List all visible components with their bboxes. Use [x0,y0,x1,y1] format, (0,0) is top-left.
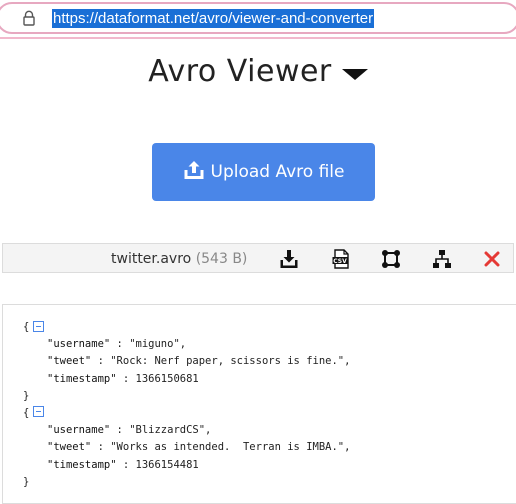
dropdown-caret-icon[interactable] [341,69,368,81]
upload-button-label: Upload Avro file [210,162,345,182]
json-key: "timestamp" [47,372,117,385]
page-title: Avro Viewer [148,54,332,89]
json-separator: : [110,338,130,351]
file-info: twitter.avro (543 B) [111,244,247,274]
json-comma: , [344,441,351,454]
json-separator: : [110,424,130,437]
json-separator: : [116,458,136,471]
download-icon[interactable] [279,249,299,269]
json-key: "timestamp" [47,458,117,471]
json-content: { "username" : "miguno", "tweet" : "Rock… [23,319,350,491]
json-value: 1366154481 [135,458,199,471]
collapse-toggle-icon[interactable] [33,320,45,332]
page-header: Avro Viewer [0,50,516,94]
json-close-brace: } [23,389,30,402]
json-line: "username" : "miguno", [23,336,350,353]
json-key: "username" [47,424,111,437]
json-separator: : [91,355,111,368]
lock-icon[interactable] [22,10,36,26]
json-open-brace: { [23,321,30,333]
json-value: "miguno" [129,338,180,351]
svg-text:CSV: CSV [333,258,347,265]
tree-icon[interactable] [432,249,452,269]
csv-icon[interactable]: CSV [331,249,351,269]
json-viewer: { "username" : "miguno", "tweet" : "Rock… [2,304,516,504]
json-line: "tweet" : "Rock: Nerf paper, scissors is… [23,353,350,370]
json-value: "Rock: Nerf paper, scissors is fine." [110,355,345,368]
file-name: twitter.avro [111,251,192,267]
json-comma: , [205,424,212,437]
json-open-brace: { [23,406,30,419]
browser-address-bar: https://dataformat.net/avro/viewer-and-c… [0,0,516,39]
json-comma: , [179,338,187,351]
json-key: "username" [47,338,111,351]
file-size: (543 B) [195,251,248,267]
collapse-toggle-icon[interactable] [33,406,45,418]
upload-avro-button[interactable]: Upload Avro file [152,143,375,201]
upload-icon [184,161,203,179]
json-key: "tweet" [47,355,92,368]
json-line: } [23,388,350,405]
json-comma: , [344,355,351,368]
json-value: "Works as intended. Terran is IMBA." [110,441,345,454]
json-line: "timestamp" : 1366154481 [23,457,350,474]
json-line: "timestamp" : 1366150681 [23,371,350,388]
json-value: "BlizzardCS" [129,424,206,437]
json-separator: : [91,441,111,454]
json-line: "username" : "BlizzardCS", [23,422,350,439]
json-value: 1366150681 [135,372,199,385]
url-text[interactable]: https://dataformat.net/avro/viewer-and-c… [52,9,375,29]
graph-icon[interactable] [381,249,401,269]
json-line: } [23,474,350,491]
json-separator: : [116,372,136,385]
json-line: "tweet" : "Works as intended. Terran is … [23,439,350,456]
json-line: { [23,405,350,422]
json-key: "tweet" [47,441,92,454]
json-line: { [23,319,350,336]
file-toolbar: twitter.avro (543 B) CSV [2,243,514,273]
close-icon[interactable] [482,249,502,269]
